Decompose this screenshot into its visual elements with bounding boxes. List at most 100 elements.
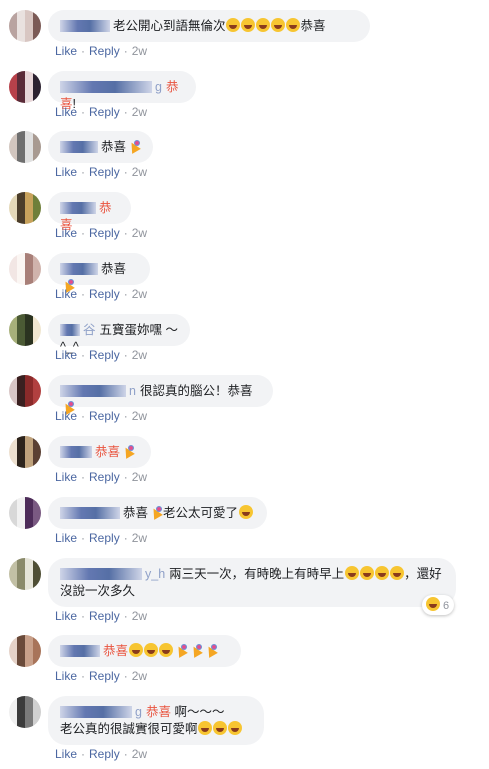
avatar[interactable] (9, 71, 41, 103)
commenter-name-link[interactable] (60, 385, 126, 397)
separator-dot: · (81, 531, 86, 545)
like-link[interactable]: Like (55, 287, 77, 301)
separator-dot: · (81, 226, 86, 240)
separator-dot: · (123, 669, 128, 683)
reaction-count-badge[interactable]: 6 (422, 595, 455, 615)
commenter-name-link[interactable] (60, 568, 142, 580)
laughing-tears-emoji-icon (286, 18, 301, 32)
commenter-name-link[interactable] (60, 141, 98, 153)
reply-link[interactable]: Reply (89, 470, 120, 484)
laughing-tears-emoji-icon (226, 18, 241, 32)
avatar[interactable] (9, 10, 41, 42)
reply-link[interactable]: Reply (89, 44, 120, 58)
like-link[interactable]: Like (55, 409, 77, 423)
avatar[interactable] (9, 635, 41, 667)
party-popper-emoji-icon (127, 139, 141, 153)
comment-actions: Like · Reply · 2w (55, 470, 147, 484)
reply-link[interactable]: Reply (89, 226, 120, 240)
commenter-name-suffix: g (135, 705, 142, 719)
timestamp-link[interactable]: 2w (132, 287, 147, 301)
comment-text-after-emoji: ，還好 (404, 567, 442, 581)
comment-bubble: y_h 兩三天一次，有時晚上有時早上 ，還好 沒說一次多久 (48, 558, 456, 607)
like-link[interactable]: Like (55, 44, 77, 58)
comment-actions: Like · Reply · 2w (55, 531, 147, 545)
laughing-tears-emoji-icon (128, 643, 143, 657)
separator-dot: · (123, 44, 128, 58)
laughing-tears-emoji-icon (374, 566, 389, 580)
like-link[interactable]: Like (55, 531, 77, 545)
comment-text-after-emoji: 恭喜 (300, 19, 326, 33)
avatar[interactable] (9, 497, 41, 529)
separator-dot: · (123, 409, 128, 423)
comment-actions: Like · Reply · 2w (55, 165, 147, 179)
commenter-name-link[interactable] (60, 20, 110, 32)
reply-link[interactable]: Reply (89, 409, 120, 423)
commenter-name-link[interactable] (60, 202, 96, 214)
reply-link[interactable]: Reply (89, 348, 120, 362)
reply-link[interactable]: Reply (89, 287, 120, 301)
commenter-name-suffix: 谷 (83, 323, 96, 337)
avatar[interactable] (9, 375, 41, 407)
reply-link[interactable]: Reply (89, 165, 120, 179)
like-link[interactable]: Like (55, 470, 77, 484)
commenter-name-link[interactable] (60, 81, 152, 93)
comment-text: 恭喜 (123, 506, 149, 520)
comment-text: 很認真的腦公！恭喜 (139, 384, 253, 398)
avatar[interactable] (9, 253, 41, 285)
timestamp-link[interactable]: 2w (132, 609, 147, 623)
timestamp-link[interactable]: 2w (132, 226, 147, 240)
comment-actions: Like · Reply · 2w (55, 287, 147, 301)
comment-bubble: 恭喜 (48, 192, 131, 232)
comment-highlight-text: 恭喜 (103, 644, 129, 658)
laughing-tears-emoji-icon (198, 721, 213, 735)
comment-text: 兩三天一次，有時晚上有時早上 (169, 567, 345, 581)
comment-text: 恭喜 (101, 140, 127, 154)
timestamp-link[interactable]: 2w (132, 669, 147, 683)
like-link[interactable]: Like (55, 226, 77, 240)
comment-bubble: 恭喜 (48, 436, 151, 468)
commenter-name-link[interactable] (60, 507, 120, 519)
like-link[interactable]: Like (55, 669, 77, 683)
timestamp-link[interactable]: 2w (132, 105, 147, 119)
avatar[interactable] (9, 436, 41, 468)
timestamp-link[interactable]: 2w (132, 165, 147, 179)
avatar[interactable] (9, 192, 41, 224)
laughing-tears-emoji-icon (389, 566, 404, 580)
laughing-tears-emoji-icon (238, 505, 253, 519)
comment-text-after-emoji: 老公太可愛了 (163, 506, 239, 520)
party-popper-emoji-icon (174, 643, 188, 657)
like-link[interactable]: Like (55, 105, 77, 119)
party-popper-emoji-icon (204, 643, 218, 657)
timestamp-link[interactable]: 2w (132, 409, 147, 423)
timestamp-link[interactable]: 2w (132, 470, 147, 484)
comment-bubble: g 恭喜! (48, 71, 196, 111)
commenter-name-link[interactable] (60, 706, 132, 718)
reply-link[interactable]: Reply (89, 747, 120, 761)
timestamp-link[interactable]: 2w (132, 348, 147, 362)
avatar[interactable] (9, 558, 41, 590)
timestamp-link[interactable]: 2w (132, 44, 147, 58)
like-link[interactable]: Like (55, 165, 77, 179)
comment-bubble: g 恭喜 啊～～～ 老公真的很誠實很可愛啊 (48, 696, 264, 745)
commenter-name-link[interactable] (60, 263, 98, 275)
reply-link[interactable]: Reply (89, 531, 120, 545)
avatar[interactable] (9, 696, 41, 728)
party-popper-emoji-icon (121, 444, 135, 458)
like-link[interactable]: Like (55, 348, 77, 362)
comment-bubble: 老公開心到語無倫次 恭喜 (48, 10, 370, 42)
commenter-name-link[interactable] (60, 446, 92, 458)
commenter-name-link[interactable] (60, 324, 80, 336)
like-link[interactable]: Like (55, 747, 77, 761)
avatar[interactable] (9, 131, 41, 163)
commenter-name-link[interactable] (60, 645, 100, 657)
separator-dot: · (81, 669, 86, 683)
timestamp-link[interactable]: 2w (132, 531, 147, 545)
comment-actions: Like · Reply · 2w (55, 226, 147, 240)
separator-dot: · (81, 287, 86, 301)
like-link[interactable]: Like (55, 609, 77, 623)
reply-link[interactable]: Reply (89, 609, 120, 623)
reply-link[interactable]: Reply (89, 669, 120, 683)
avatar[interactable] (9, 314, 41, 346)
timestamp-link[interactable]: 2w (132, 747, 147, 761)
reply-link[interactable]: Reply (89, 105, 120, 119)
